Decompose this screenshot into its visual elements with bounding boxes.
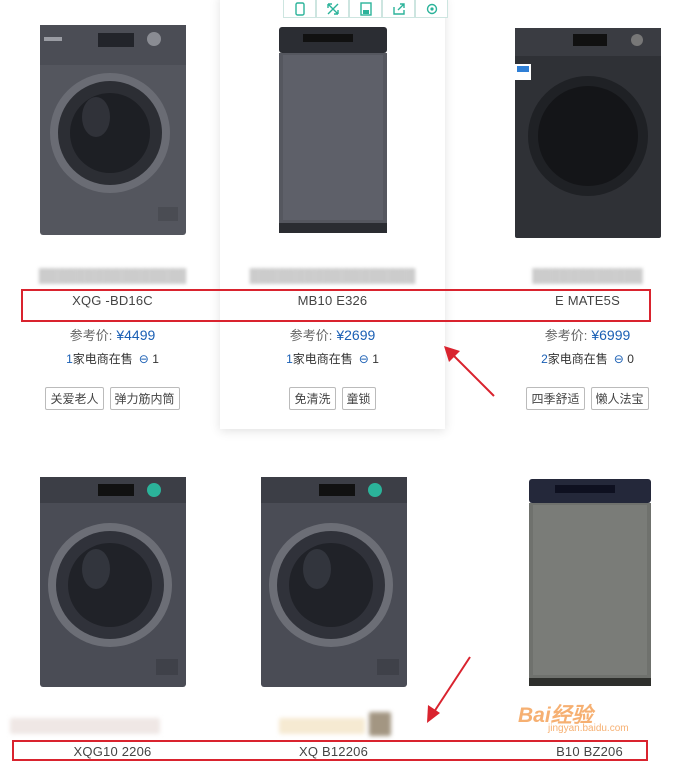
store-count-text: 家电商在售 <box>72 352 133 366</box>
tag[interactable]: 关爱老人 <box>45 387 104 410</box>
tag-list: 免清洗 童锁 <box>220 387 445 410</box>
tag-list: 四季舒适 懒人法宝 <box>475 387 677 410</box>
price-value[interactable]: ¥6999 <box>591 327 630 343</box>
front-load-washer-icon <box>260 477 407 687</box>
product-image[interactable] <box>475 28 677 258</box>
product-card-1[interactable]: ████████████████ XQG -BD16C 参考价: ¥4499 1家… <box>0 0 225 420</box>
comment-count: 0 <box>627 352 634 366</box>
image-toolbar <box>283 0 449 18</box>
store-count[interactable]: 1家电商在售 ⊖ 1 <box>0 350 225 367</box>
price-label: 参考价: <box>69 328 113 343</box>
tag[interactable]: 童锁 <box>341 387 376 410</box>
settings-icon[interactable] <box>415 0 448 18</box>
product-image[interactable] <box>0 477 225 707</box>
comment-icon: ⊖ <box>138 352 149 366</box>
highlight-box-top <box>21 289 651 322</box>
front-load-washer-icon <box>39 25 186 235</box>
arrow-icon <box>444 346 495 397</box>
price-value[interactable]: ¥4499 <box>116 327 155 343</box>
price-label: 参考价: <box>544 328 588 343</box>
store-count-number: 2 <box>541 352 548 366</box>
expand-icon[interactable] <box>316 0 349 18</box>
product-card-3[interactable]: ████████████ E MATE5S 参考价: ¥6999 2家电商在售 ⊖ … <box>475 0 677 420</box>
store-count-number: 1 <box>286 352 293 366</box>
store-count[interactable]: 1家电商在售 ⊖ 1 <box>220 350 445 367</box>
dryer-icon <box>514 28 661 238</box>
product-price: 参考价: ¥4499 <box>0 325 225 344</box>
top-load-washer-icon <box>528 479 651 686</box>
arrow-icon <box>427 656 471 723</box>
price-value[interactable]: ¥2699 <box>336 327 375 343</box>
product-image[interactable] <box>220 25 445 255</box>
store-count-number: 1 <box>66 352 73 366</box>
blurred-title <box>279 718 365 734</box>
tag[interactable]: 弹力筋内筒 <box>109 387 180 410</box>
store-count[interactable]: 2家电商在售 ⊖ 0 <box>475 350 677 367</box>
product-price: 参考价: ¥6999 <box>475 325 677 344</box>
tag[interactable]: 免清洗 <box>289 387 336 410</box>
store-count-text: 家电商在售 <box>292 352 353 366</box>
product-card-4[interactable]: XQG10 2206 <box>0 470 225 766</box>
product-image[interactable] <box>221 477 446 707</box>
watermark-subtext: jingyan.baidu.com <box>548 723 629 734</box>
tag[interactable]: 懒人法宝 <box>590 387 649 410</box>
top-load-washer-icon <box>278 27 387 233</box>
share-icon[interactable] <box>382 0 415 18</box>
blurred-title <box>10 718 160 734</box>
tag-list: 关爱老人 弹力筋内筒 <box>0 387 225 410</box>
save-icon[interactable] <box>349 0 382 18</box>
highlight-box-bottom <box>12 740 648 761</box>
product-image[interactable] <box>477 477 677 707</box>
price-label: 参考价: <box>289 328 333 343</box>
product-title-blurred: ████████████████ <box>38 268 187 283</box>
comment-count: 1 <box>372 352 379 366</box>
comment-icon: ⊖ <box>613 352 624 366</box>
product-image[interactable] <box>0 25 225 255</box>
product-card-5[interactable]: XQ B12206 <box>221 470 446 766</box>
tag[interactable]: 四季舒适 <box>526 387 585 410</box>
product-card-2[interactable]: ██████████████████ MB10 E326 参考价: ¥2699 1… <box>220 0 445 429</box>
phone-icon[interactable] <box>283 0 316 18</box>
comment-icon: ⊖ <box>358 352 369 366</box>
front-load-washer-icon <box>39 477 186 687</box>
comment-count: 1 <box>152 352 159 366</box>
store-count-text: 家电商在售 <box>547 352 608 366</box>
product-title-blurred: ████████████ <box>532 268 643 283</box>
product-price: 参考价: ¥2699 <box>220 325 445 344</box>
blurred-title <box>369 712 391 736</box>
baidu-watermark: Bai经验 jingyan.baidu.com <box>518 693 670 735</box>
product-title-blurred: ██████████████████ <box>249 268 416 283</box>
